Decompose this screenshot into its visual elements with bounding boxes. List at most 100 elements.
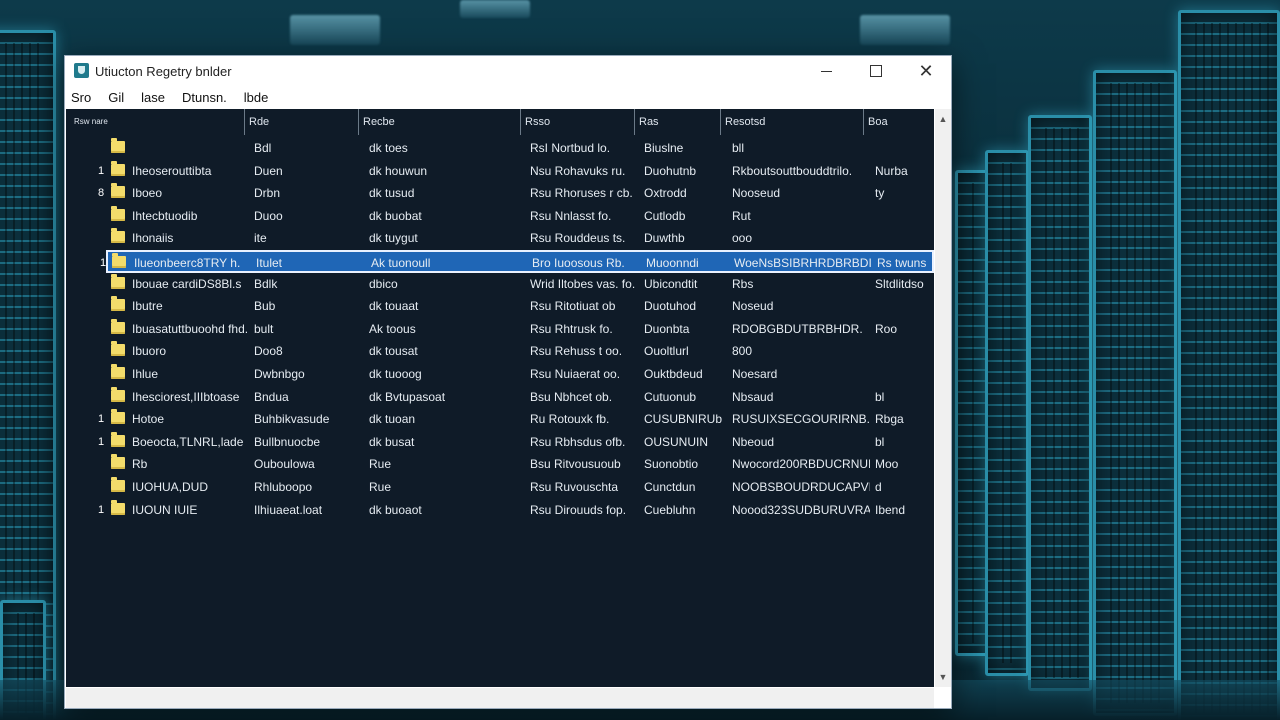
table-row[interactable]: 1 IUOUN IUIE Ilhiuaeat.loat dk buoaot Rsu Di… [66,499,934,522]
table-row[interactable]: Ihlue Dwbnbgo dk tuooog Rsu Nuiaerat oo. Ouk… [66,363,934,386]
table-row[interactable]: Ibuasatuttbuoohd fhd. bult Ak toous Rsu Rht… [66,318,934,341]
cell-c5: Ouoltlurl [644,344,689,359]
cell-name: IUOHUA,DUD [132,479,209,494]
expand-arrow-icon[interactable]: 1 [98,408,104,430]
cell-c7 [875,227,930,249]
folder-icon [111,228,125,244]
cell-c7 [875,205,930,227]
column-header-2[interactable]: Rde [244,109,357,135]
cell-c2: Bdlk [254,276,278,291]
table-row[interactable]: 1 Hotoe Buhbikvasude dk tuoan Ru Rotouxk fb.… [66,408,934,431]
cell-c5: Duwthb [644,231,685,246]
table-row[interactable]: IUOHUA,DUD Rhluboopo Rue Rsu Ruvouschta Cunc… [66,476,934,499]
cell-c2: Buhbikvasude [254,412,330,427]
cell-c6: Noseud [732,299,774,314]
table-row[interactable]: 1 Boeocta,TLNRL,lade Bullbnuocbe dk busat Rs… [66,431,934,454]
menu-item-edit[interactable]: Gil [106,90,131,105]
table-row[interactable]: Ibouae cardiDS8Bl.s Bdlk dbico Wrid Iltobes… [66,273,934,296]
folder-icon [111,183,125,199]
cell-c2: Duen [254,163,283,178]
cell-c2: Bub [254,299,276,314]
menu-item-help[interactable]: lbde [242,90,276,105]
cell-c6: NOOBSBOUDRDUCAPVRA. [732,479,870,494]
table-row[interactable]: Ibutre Bub dk touaat Rsu Ritotiuat ob Duotuh… [66,295,934,318]
expand-arrow-icon[interactable]: 1 [98,160,104,182]
cell-c4: Rsu Rbhsdus ofb. [530,434,626,449]
cell-c6: WoeNsBSIBRHRDBRBDISO. [734,255,872,270]
cell-c7: Moo [875,457,899,472]
table-row[interactable]: Ihtecbtuodib Duoo dk buobat Rsu Nnlasst fo.… [66,205,934,228]
cell-c6: Noesard [732,366,778,381]
cell-c4: Rsu Rehuss t oo. [530,344,623,359]
column-header-row: Rsw nare Rde Recbe Rsso Ras Resotsd Boa [66,109,934,135]
cell-c3: dk toes [369,141,408,155]
menu-item-file[interactable]: Sro [69,90,98,105]
table-row[interactable]: Bdl dk toes RsI Nortbud lo. Biuslne bll [66,137,934,160]
scroll-down-icon[interactable]: ▼ [935,669,951,685]
horizontal-scrollbar[interactable] [66,688,934,708]
cell-c3: dk touaat [369,299,419,314]
cell-c4: Rsu Rhtrusk fo. [530,321,613,336]
cell-c4: Bsu Nbhcet ob. [530,389,613,404]
column-header-4[interactable]: Rsso [520,109,633,135]
expand-arrow-icon[interactable]: 1 [100,252,106,274]
folder-icon [111,341,125,357]
cell-c4: Rsu Rouddeus ts. [530,231,626,246]
scroll-up-icon[interactable]: ▲ [935,111,951,127]
cell-c2: Duoo [254,208,283,223]
menu-item-favorites[interactable]: Dtunsn. [180,90,234,105]
column-header-7[interactable]: Boa [863,109,934,135]
column-header-3[interactable]: Recbe [358,109,518,135]
cell-name: Ibuoro [132,344,167,359]
cell-c7: d [875,479,882,494]
table-row[interactable]: 1 Iheoserouttibta Duen dk houwun Nsu Rohavuk… [66,160,934,183]
table-row-selected[interactable]: 1 Ilueonbeerc8TRY h. Itulet Ak tuonoull Bro … [100,249,934,273]
table-row[interactable]: Ihesciorest,IIIbtoase Bndua dk Bvtupasoat B… [66,386,934,409]
window-title: Utiucton Regetry bnlder [95,64,232,79]
cell-c5: Suonobtio [644,457,699,472]
cell-c2: bult [254,321,274,336]
cell-c7: Roo [875,321,898,336]
cell-c3: dk houwun [369,163,428,178]
cell-c7: Rs twuns [877,255,927,270]
cell-c2: Drbn [254,186,281,201]
cell-c7 [875,295,930,317]
cell-name: Iboeo [132,186,163,201]
folder-icon [111,296,125,312]
cell-c6: Nbeoud [732,434,775,449]
registry-rows: Bdl dk toes RsI Nortbud lo. Biuslne bll 1 Iheo… [66,137,934,521]
maximize-icon [870,65,882,77]
cell-c7: ty [875,186,885,201]
close-button[interactable]: ✕ [901,56,951,86]
cell-c5: OUSUNUIN [644,434,709,449]
vertical-scrollbar[interactable]: ▲ ▼ [935,109,951,687]
expand-arrow-icon[interactable]: 1 [98,499,104,521]
table-row[interactable]: Rb Ouboulowa Rue Bsu Ritvousuoub Suonobtio Nw… [66,453,934,476]
expand-arrow-icon[interactable]: 1 [98,431,104,453]
cell-c6: Noood323SUDBURUVRA. [732,502,870,517]
cell-name: Boeocta,TLNRL,lade [132,434,244,449]
minimize-button[interactable] [801,56,851,86]
folder-icon [111,431,125,447]
table-row[interactable]: 8 Iboeo Drbn dk tusud Rsu Rhoruses r cb. Oxtr… [66,182,934,205]
column-header-6[interactable]: Resotsd [720,109,861,135]
folder-icon [111,409,125,425]
maximize-button[interactable] [851,56,901,86]
cell-name: Hotoe [132,412,165,427]
cell-c3: dk tousat [369,344,418,359]
cell-c5: Duotuhod [644,299,697,314]
cell-c5: Cunctdun [644,479,696,494]
table-row[interactable]: Ihonaiis ite dk tuygut Rsu Rouddeus ts. Duwt… [66,227,934,250]
cell-c3: dk Bvtupasoat [369,389,446,404]
column-header-name[interactable]: Rsw nare [70,109,244,135]
menu-item-view[interactable]: lase [139,90,172,105]
cell-c3: Rue [369,457,392,472]
column-header-5[interactable]: Ras [634,109,719,135]
cell-c3: dk buobat [369,208,422,223]
cell-c7: Rbga [875,412,904,427]
expand-arrow-icon[interactable]: 8 [98,182,104,204]
table-row[interactable]: Ibuoro Doo8 dk tousat Rsu Rehuss t oo. Ouolt… [66,340,934,363]
title-bar[interactable]: Utiucton Regetry bnlder ✕ [65,56,951,86]
cell-name: Ilueonbeerc8TRY h. [134,255,241,270]
cell-c4: Nsu Rohavuks ru. [530,163,626,178]
